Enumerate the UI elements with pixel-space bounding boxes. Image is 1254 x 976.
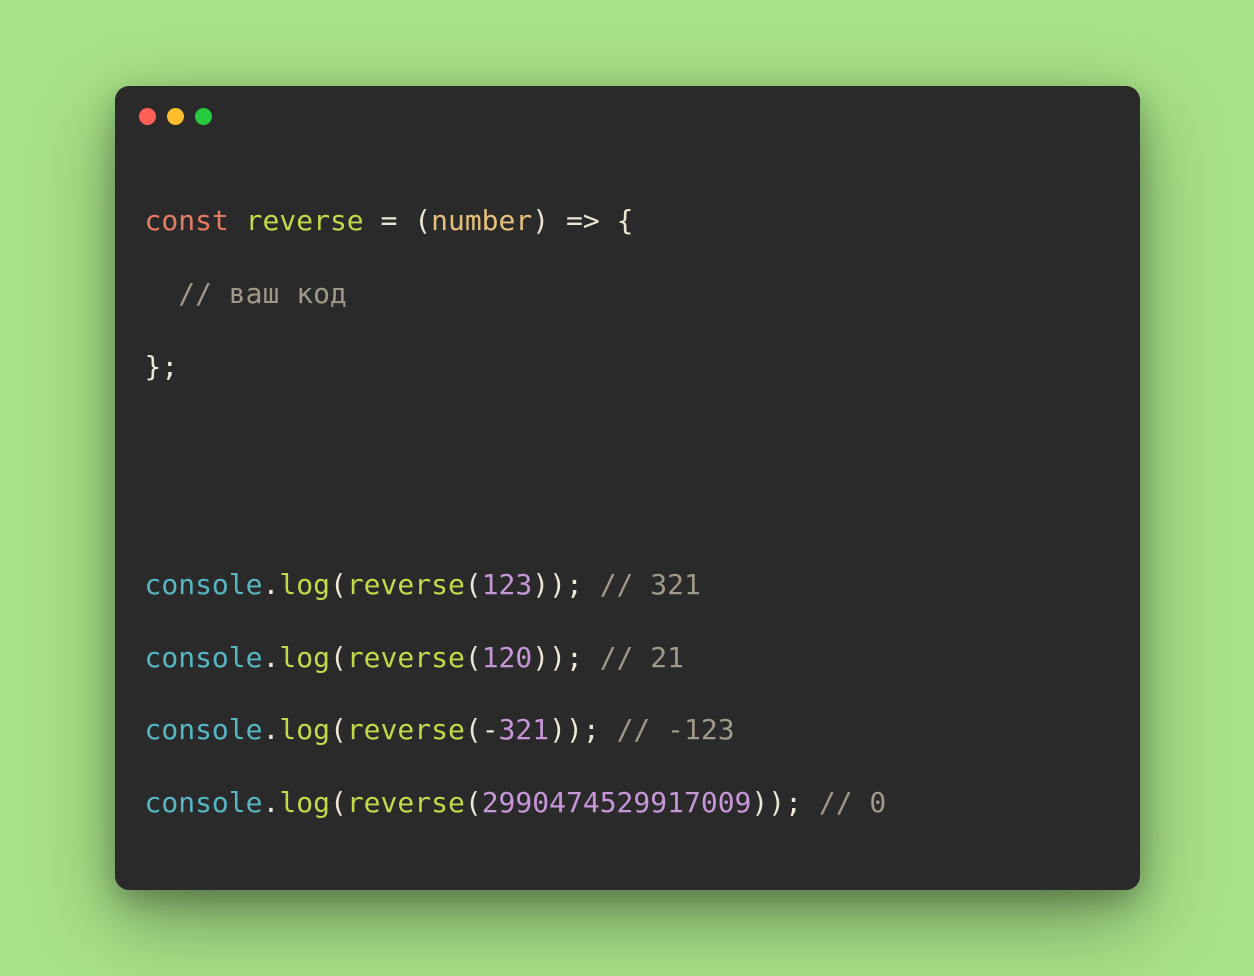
code-call-line: console.log(reverse(123)); // 321 (145, 568, 701, 601)
console-ident: console (145, 713, 263, 746)
output-comment: // 21 (600, 641, 684, 674)
code-line-2: // ваш код (145, 277, 347, 310)
output-comment: // -123 (617, 713, 735, 746)
minus-sign: - (482, 713, 499, 746)
code-window: const reverse = (number) => { // ваш код… (115, 86, 1140, 890)
number-literal: 120 (482, 641, 533, 674)
arrow-token: => (566, 204, 600, 237)
console-ident: console (145, 641, 263, 674)
window-titlebar (115, 86, 1140, 125)
minimize-icon[interactable] (167, 108, 184, 125)
right-brace-semi: }; (145, 350, 179, 383)
number-literal: 321 (499, 713, 550, 746)
output-comment: // 0 (819, 786, 886, 819)
parameter-name: number (431, 204, 532, 237)
close-icon[interactable] (139, 108, 156, 125)
code-call-line: console.log(reverse(2990474529917009)); … (145, 786, 887, 819)
comment-placeholder: // ваш код (178, 277, 347, 310)
function-name: reverse (246, 204, 364, 237)
log-method: log (279, 641, 330, 674)
output-comment: // 321 (600, 568, 701, 601)
code-call-line: console.log(reverse(120)); // 21 (145, 641, 685, 674)
log-method: log (279, 713, 330, 746)
log-method: log (279, 568, 330, 601)
right-paren: ) (532, 204, 549, 237)
code-line-3: }; (145, 350, 179, 383)
console-ident: console (145, 568, 263, 601)
keyword-const: const (145, 204, 229, 237)
reverse-call: reverse (347, 568, 465, 601)
left-paren: ( (414, 204, 431, 237)
log-method: log (279, 786, 330, 819)
number-literal: 123 (482, 568, 533, 601)
equals-sign: = (381, 204, 398, 237)
reverse-call: reverse (347, 713, 465, 746)
code-line-1: const reverse = (number) => { (145, 204, 634, 237)
maximize-icon[interactable] (195, 108, 212, 125)
left-brace: { (617, 204, 634, 237)
number-literal: 2990474529917009 (482, 786, 752, 819)
reverse-call: reverse (347, 641, 465, 674)
code-call-line: console.log(reverse(-321)); // -123 (145, 713, 735, 746)
reverse-call: reverse (347, 786, 465, 819)
console-ident: console (145, 786, 263, 819)
code-block: const reverse = (number) => { // ваш код… (115, 125, 1140, 890)
